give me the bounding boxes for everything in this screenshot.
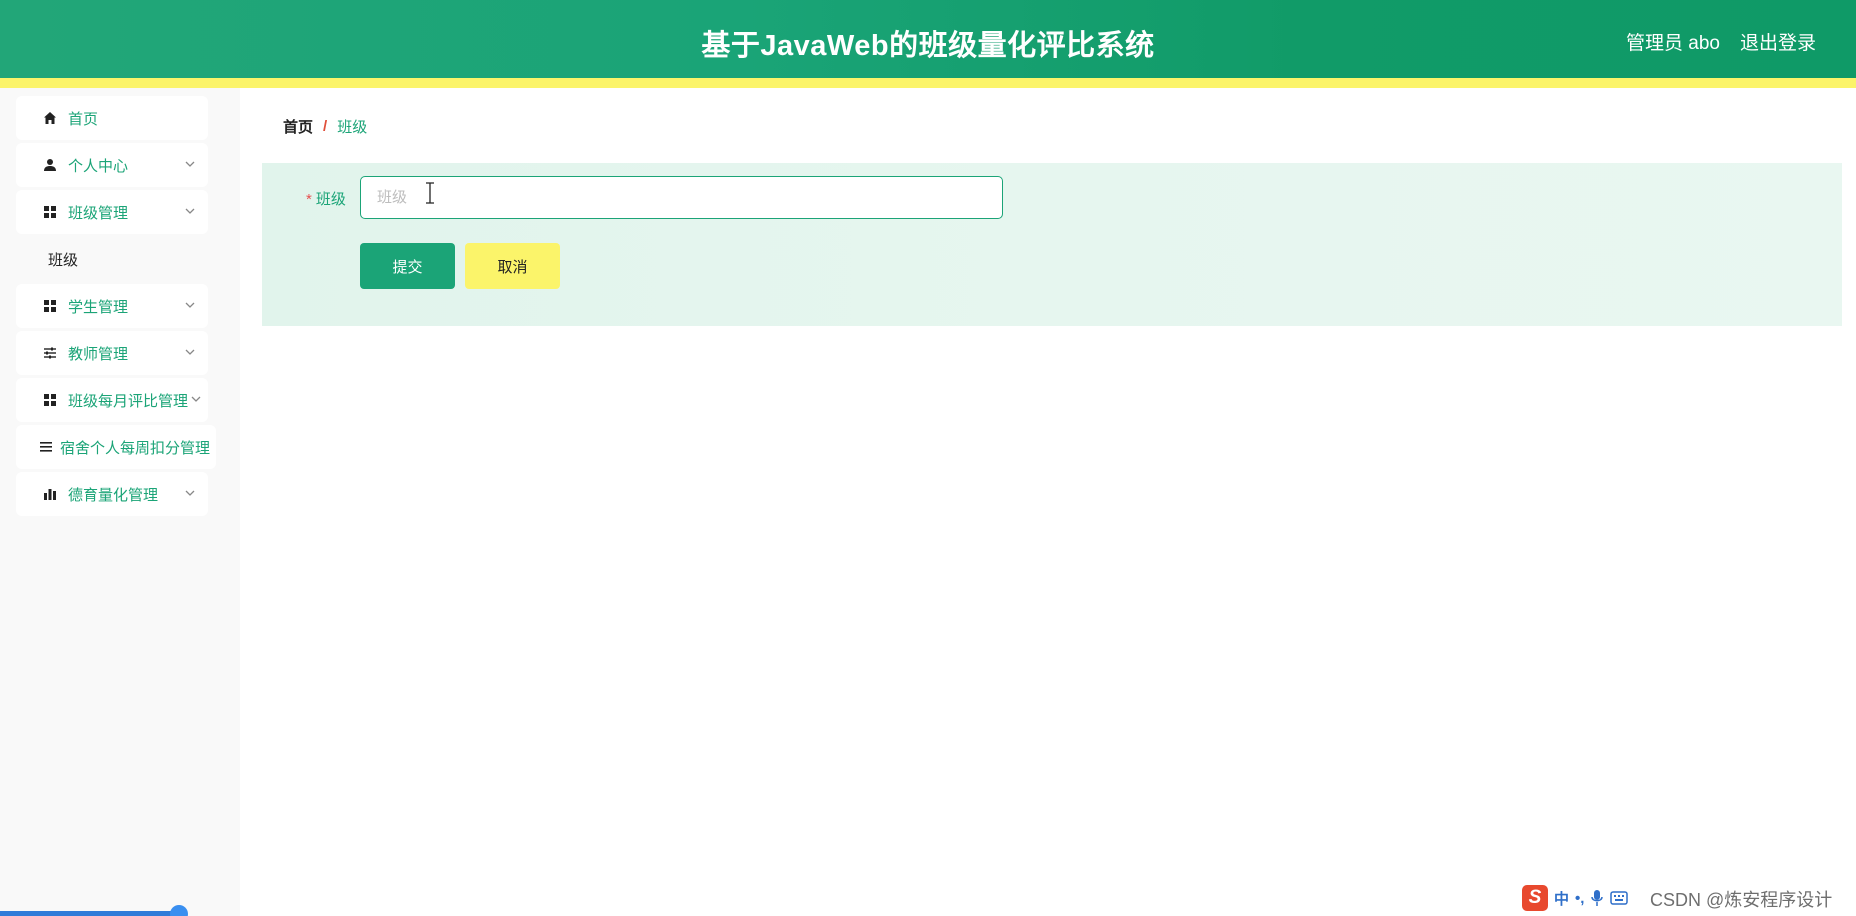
- sliders-icon: [42, 345, 58, 361]
- sidebar-item-label: 宿舍个人每周扣分管理: [60, 439, 211, 457]
- watermark: CSDN @炼安程序设计: [1650, 890, 1833, 910]
- bar-chart-icon: [42, 486, 58, 502]
- sidebar-item-label: 班级: [48, 251, 79, 269]
- home-icon: [42, 110, 58, 126]
- chevron-down-icon: [191, 396, 201, 402]
- breadcrumb-home[interactable]: 首页: [283, 116, 313, 137]
- sidebar-item-teacher-management[interactable]: 教师管理: [16, 331, 208, 375]
- grid-icon: [42, 392, 58, 408]
- chevron-down-icon: [185, 302, 195, 308]
- cancel-button[interactable]: 取消: [465, 243, 560, 289]
- sidebar-item-monthly-evaluation[interactable]: 班级每月评比管理: [16, 378, 208, 422]
- chevron-down-icon: [185, 208, 195, 214]
- ime-punctuation-icon[interactable]: •,: [1575, 890, 1584, 907]
- sidebar-item-student-management[interactable]: 学生管理: [16, 284, 208, 328]
- class-field-label: * 班级: [306, 188, 346, 209]
- required-mark: *: [306, 191, 312, 208]
- sidebar-item-moral-education[interactable]: 德育量化管理: [16, 472, 208, 516]
- list-icon: [38, 439, 54, 455]
- chevron-down-icon: [185, 349, 195, 355]
- logout-link[interactable]: 退出登录: [1740, 28, 1816, 55]
- ime-logo-icon: S: [1522, 885, 1548, 911]
- sidebar-item-label: 个人中心: [68, 157, 129, 175]
- sidebar-item-label: 首页: [68, 110, 99, 128]
- breadcrumb-separator: /: [323, 118, 328, 135]
- ime-mode-label[interactable]: 中: [1554, 888, 1569, 909]
- bottom-progress-handle: [170, 905, 188, 916]
- current-user-label: 管理员 abo: [1626, 33, 1720, 54]
- microphone-icon[interactable]: [1590, 889, 1604, 907]
- sidebar-item-class-management[interactable]: 班级管理: [16, 190, 208, 234]
- sidebar-item-label: 教师管理: [68, 345, 129, 363]
- class-input[interactable]: [360, 176, 1003, 219]
- class-field-label-text: 班级: [315, 191, 346, 208]
- header-accent-stripe: [0, 78, 1856, 88]
- sidebar-item-home[interactable]: 首页: [16, 96, 208, 140]
- user-icon: [42, 157, 58, 173]
- chevron-down-icon: [185, 161, 195, 167]
- sidebar-subitem-class[interactable]: 班级: [16, 237, 208, 281]
- sidebar-item-dorm-deduction[interactable]: 宿舍个人每周扣分管理: [16, 425, 216, 469]
- ime-toolbar: S 中 •,: [1522, 884, 1629, 912]
- breadcrumb-current: 班级: [337, 119, 368, 136]
- system-title: 基于JavaWeb的班级量化评比系统: [701, 30, 1155, 62]
- sidebar-item-label: 学生管理: [68, 298, 129, 316]
- sidebar-item-label: 班级每月评比管理: [68, 392, 189, 410]
- text-cursor-icon: [426, 182, 434, 204]
- top-header: 基于JavaWeb的班级量化评比系统 管理员 abo 退出登录: [0, 0, 1856, 78]
- breadcrumb: 首页 / 班级: [283, 116, 367, 137]
- sidebar-item-personal-center[interactable]: 个人中心: [16, 143, 208, 187]
- grid-icon: [42, 204, 58, 220]
- chevron-down-icon: [185, 490, 195, 496]
- bottom-progress-bar: [0, 911, 180, 916]
- keyboard-icon[interactable]: [1610, 891, 1629, 905]
- submit-button[interactable]: 提交: [360, 243, 455, 289]
- grid-icon: [42, 298, 58, 314]
- sidebar-item-label: 德育量化管理: [68, 486, 159, 504]
- sidebar-item-label: 班级管理: [68, 204, 129, 222]
